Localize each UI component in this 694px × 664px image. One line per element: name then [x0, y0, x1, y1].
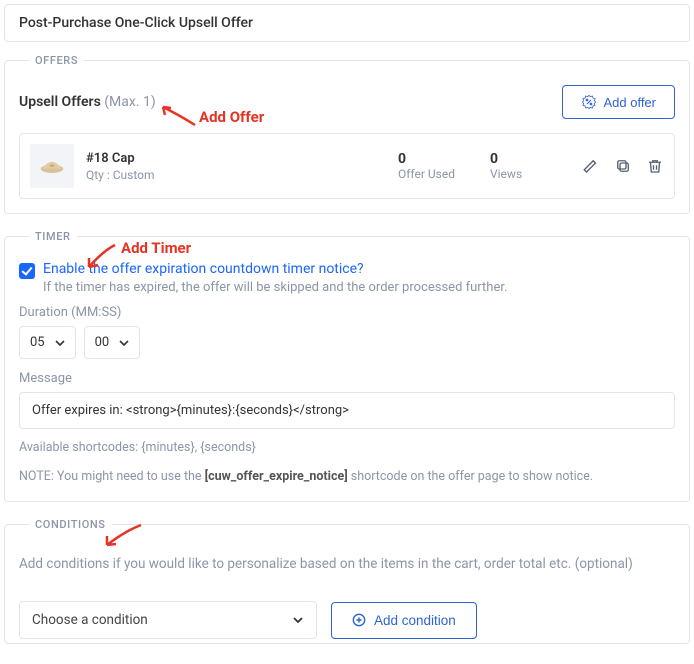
page-title: Post-Purchase One-Click Upsell Offer	[4, 4, 690, 42]
message-label: Message	[19, 371, 675, 386]
message-input[interactable]	[19, 392, 675, 429]
add-offer-button[interactable]: Add offer	[562, 85, 675, 119]
chevron-down-icon	[292, 614, 304, 626]
product-thumbnail	[30, 144, 74, 188]
condition-select[interactable]: Choose a condition	[19, 601, 317, 639]
offers-panel: OFFERS Upsell Offers (Max. 1) Add offer …	[4, 54, 690, 214]
edit-icon[interactable]	[582, 157, 600, 175]
copy-icon[interactable]	[614, 157, 632, 175]
enable-timer-help: If the timer has expired, the offer will…	[43, 280, 507, 295]
shortcodes-hint: Available shortcodes: {minutes}, {second…	[19, 439, 675, 458]
conditions-panel: CONDITIONS Add conditions if you would l…	[4, 518, 690, 645]
offers-title: Upsell Offers (Max. 1)	[19, 94, 156, 110]
trash-icon[interactable]	[646, 157, 664, 175]
enable-timer-label: Enable the offer expiration countdown ti…	[43, 261, 507, 277]
chevron-down-icon	[119, 338, 129, 348]
plus-circle-icon	[352, 613, 366, 627]
conditions-description: Add conditions if you would like to pers…	[19, 555, 675, 574]
seconds-select[interactable]: 00	[84, 326, 141, 359]
product-name: #18 Cap	[86, 151, 386, 166]
timer-legend: TIMER	[29, 230, 77, 243]
timer-panel: TIMER Add Timer Enable the offer expirat…	[4, 230, 690, 502]
shortcode-note: NOTE: You might need to use the [cuw_off…	[19, 468, 675, 487]
offer-row: #18 Cap Qty : Custom 0 Offer Used 0 View…	[19, 133, 675, 199]
enable-timer-checkbox[interactable]	[19, 263, 35, 279]
conditions-legend: CONDITIONS	[29, 518, 112, 531]
minutes-select[interactable]: 05	[19, 326, 76, 359]
duration-label: Duration (MM:SS)	[19, 305, 675, 320]
annotation-add-timer: Add Timer	[121, 239, 191, 257]
offers-legend: OFFERS	[29, 54, 84, 67]
stat-offer-used: 0 Offer Used	[398, 151, 478, 181]
add-condition-button[interactable]: Add condition	[331, 602, 477, 639]
product-qty: Qty : Custom	[86, 168, 386, 182]
discount-icon	[581, 94, 597, 110]
chevron-down-icon	[55, 338, 65, 348]
stat-views: 0 Views	[490, 151, 570, 181]
